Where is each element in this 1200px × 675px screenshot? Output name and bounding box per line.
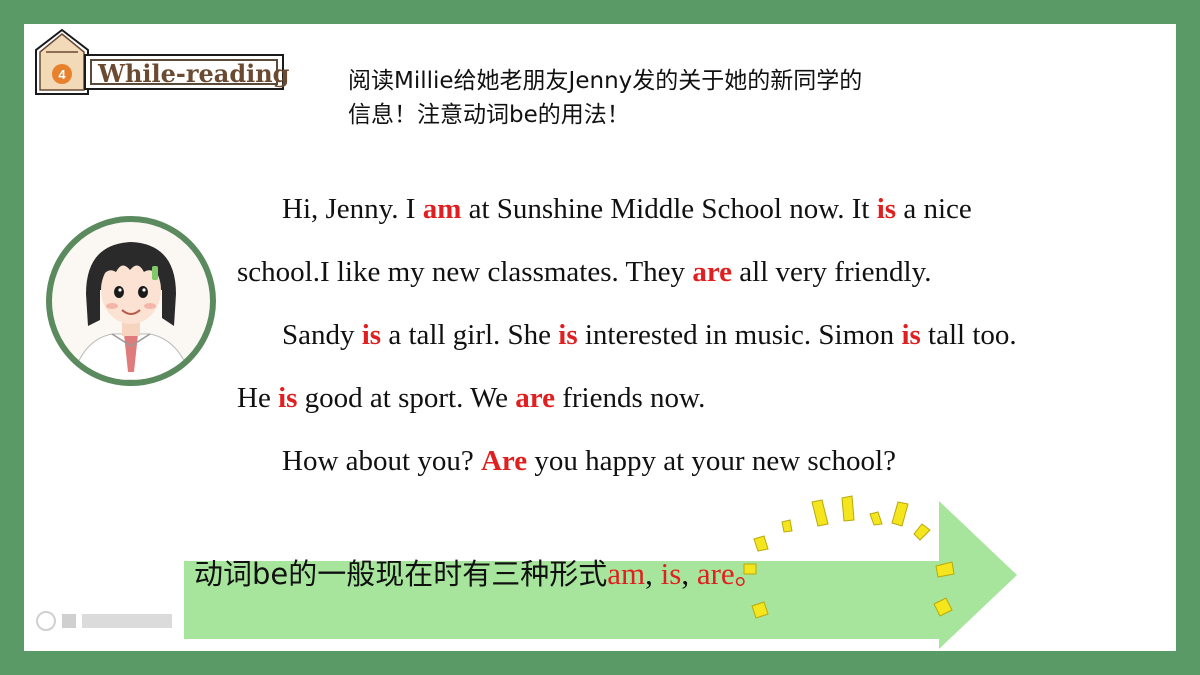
be-verb: Are <box>480 445 528 477</box>
summary-text: 动词be的一般现在时有三种形式am, is, are。 <box>194 556 764 591</box>
form-are: are <box>696 556 735 591</box>
passage-line: Sandy is a tall girl. She is interested … <box>282 319 1017 351</box>
passage-line: school.I like my new classmates. They ar… <box>237 256 932 288</box>
passage-line: Hi, Jenny. I am at Sunshine Middle Schoo… <box>282 193 972 225</box>
instruction-line-2: 信息！注意动词be的用法！ <box>348 102 630 128</box>
passage-line: How about you? Are you happy at your new… <box>282 445 896 477</box>
be-verb: is <box>558 319 578 351</box>
be-verb: is <box>876 193 897 225</box>
instruction-line-1: 阅读Millie给她老朋友Jenny发的关于她的新同学的 <box>348 68 863 94</box>
section-label: While-reading <box>90 59 289 87</box>
be-verb: is <box>361 319 382 351</box>
be-verb: is <box>278 382 298 414</box>
form-is: is <box>660 556 682 591</box>
be-verb: are <box>692 256 733 288</box>
slide: 4 While-reading 阅读Millie给她老朋友Jenny发的关于她的… <box>24 24 1176 651</box>
be-verb: is <box>901 319 921 351</box>
pencil-badge-icon: 4 <box>35 28 89 95</box>
section-tag: While-reading <box>84 54 289 90</box>
watermark-logo <box>36 611 172 631</box>
form-am: am <box>607 556 646 591</box>
instruction-text: 阅读Millie给她老朋友Jenny发的关于她的新同学的 信息！注意动词be的用… <box>348 64 1028 132</box>
be-verb: are <box>515 382 555 414</box>
passage-line: He is good at sport. We are friends now. <box>237 382 706 414</box>
be-verb: am <box>422 193 462 225</box>
girl-portrait <box>46 216 216 386</box>
step-number: 4 <box>58 67 66 82</box>
reading-passage: Hi, Jenny. I am at Sunshine Middle Schoo… <box>237 184 1176 499</box>
